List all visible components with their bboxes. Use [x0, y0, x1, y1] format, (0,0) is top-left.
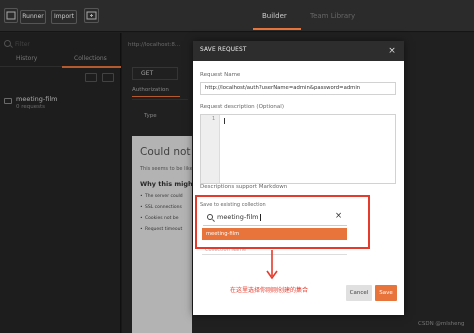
arrow-down-icon: [266, 250, 278, 280]
close-icon[interactable]: ×: [386, 45, 398, 57]
cancel-button[interactable]: Cancel: [346, 285, 372, 301]
annotation-text: 在这里选择你刚刚创建的集合: [230, 287, 309, 294]
description-label: Request description (Optional): [200, 104, 284, 110]
request-name-input[interactable]: http://localhost/auth?userName=admin&pas…: [200, 82, 396, 95]
new-button[interactable]: [4, 8, 18, 23]
line-number: 1: [212, 116, 216, 122]
top-bar: Runner Import Builder Team Library: [0, 0, 474, 32]
dialog-header: SAVE REQUEST ×: [193, 41, 404, 61]
save-button[interactable]: Save: [375, 285, 397, 301]
new-window-icon: [6, 11, 16, 20]
active-tab-indicator: [253, 28, 301, 30]
runner-button[interactable]: Runner: [20, 10, 46, 24]
text-cursor: [224, 118, 225, 124]
request-name-label: Request Name: [200, 72, 241, 78]
plus-window-icon: [86, 11, 97, 20]
watermark: CSDN @mlsheng: [418, 321, 465, 327]
description-editor[interactable]: 1: [200, 114, 396, 184]
tab-builder[interactable]: Builder: [262, 12, 287, 20]
tab-team-library[interactable]: Team Library: [310, 12, 355, 20]
import-button[interactable]: Import: [51, 10, 77, 24]
line-gutter: 1: [201, 115, 220, 183]
dialog-title: SAVE REQUEST: [200, 47, 247, 53]
markdown-note: Descriptions support Markdown: [200, 184, 288, 190]
highlight-box: [195, 195, 370, 249]
new-tab-button[interactable]: [84, 8, 99, 23]
save-request-dialog: SAVE REQUEST × Request Name http://local…: [193, 41, 404, 315]
